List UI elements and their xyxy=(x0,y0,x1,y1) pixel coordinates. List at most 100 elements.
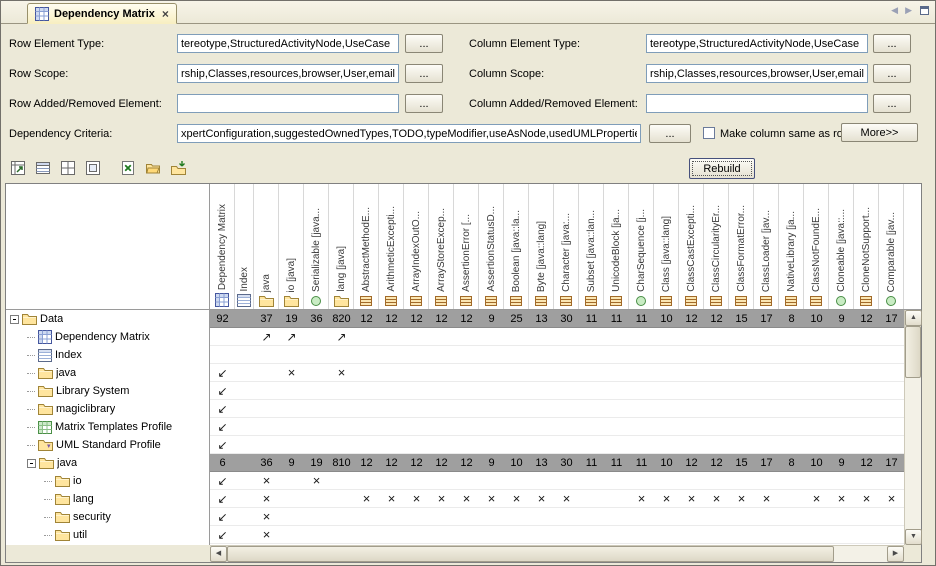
scroll-right-icon[interactable]: ▶ xyxy=(887,546,904,562)
matrix-cell[interactable] xyxy=(704,526,729,544)
matrix-cell[interactable]: 30 xyxy=(554,454,579,472)
matrix-cell[interactable] xyxy=(654,382,679,400)
matrix-cell[interactable]: × xyxy=(879,490,904,508)
matrix-cell[interactable] xyxy=(829,382,854,400)
matrix-cell[interactable]: × xyxy=(654,490,679,508)
import-icon[interactable] xyxy=(169,159,187,177)
matrix-cell[interactable] xyxy=(854,382,879,400)
matrix-cell[interactable] xyxy=(454,346,479,364)
matrix-cell[interactable] xyxy=(429,346,454,364)
matrix-cell[interactable] xyxy=(579,364,604,382)
column-header[interactable]: ClassFormatError... xyxy=(729,184,754,309)
dependency-criteria-browse-button[interactable]: ... xyxy=(649,124,691,143)
matrix-cell[interactable] xyxy=(554,418,579,436)
matrix-cell[interactable] xyxy=(679,400,704,418)
matrix-cell[interactable] xyxy=(235,454,254,472)
column-header[interactable]: io [java] xyxy=(279,184,304,309)
matrix-cell[interactable] xyxy=(479,436,504,454)
matrix-cell[interactable]: 11 xyxy=(604,454,629,472)
matrix-cell[interactable]: ↙ xyxy=(210,472,235,490)
matrix-cell[interactable] xyxy=(679,346,704,364)
matrix-cell[interactable] xyxy=(529,472,554,490)
matrix-cell[interactable]: 37 xyxy=(254,310,279,328)
tree-item[interactable]: java xyxy=(6,454,209,472)
matrix-cell[interactable] xyxy=(554,526,579,544)
column-header[interactable]: ArithmeticExcepti... xyxy=(379,184,404,309)
matrix-cell[interactable] xyxy=(829,328,854,346)
matrix-cell[interactable] xyxy=(354,346,379,364)
matrix-cell[interactable] xyxy=(479,400,504,418)
matrix-cell[interactable] xyxy=(304,346,329,364)
matrix-cell[interactable] xyxy=(829,418,854,436)
matrix-cell[interactable] xyxy=(429,508,454,526)
matrix-cell[interactable] xyxy=(604,526,629,544)
matrix-cell[interactable] xyxy=(629,382,654,400)
matrix-cell[interactable]: 25 xyxy=(504,310,529,328)
matrix-cell[interactable]: 17 xyxy=(879,454,904,472)
matrix-cell[interactable] xyxy=(704,328,729,346)
matrix-cell[interactable]: 12 xyxy=(704,310,729,328)
matrix-cell[interactable] xyxy=(779,382,804,400)
matrix-cell[interactable] xyxy=(779,328,804,346)
tree-item[interactable]: util xyxy=(6,526,209,544)
matrix-cell[interactable] xyxy=(629,346,654,364)
matrix-cell[interactable] xyxy=(804,328,829,346)
matrix-cell[interactable] xyxy=(235,472,254,490)
matrix-cell[interactable]: 19 xyxy=(279,310,304,328)
matrix-cell[interactable] xyxy=(554,472,579,490)
column-header[interactable]: AbstractMethodE... xyxy=(354,184,379,309)
matrix-cell[interactable] xyxy=(629,526,654,544)
matrix-cell[interactable] xyxy=(235,490,254,508)
matrix-cell[interactable] xyxy=(379,472,404,490)
matrix-cell[interactable] xyxy=(704,364,729,382)
column-header[interactable]: Serializable [java... xyxy=(304,184,329,309)
matrix-cell[interactable] xyxy=(304,418,329,436)
matrix-cell[interactable] xyxy=(629,436,654,454)
matrix-cell[interactable]: 12 xyxy=(454,454,479,472)
matrix-cell[interactable] xyxy=(704,508,729,526)
matrix-cell[interactable] xyxy=(235,328,254,346)
matrix-cell[interactable] xyxy=(779,490,804,508)
matrix-cell[interactable] xyxy=(429,418,454,436)
matrix-cell[interactable]: ↙ xyxy=(210,400,235,418)
matrix-cell[interactable] xyxy=(504,382,529,400)
horizontal-scroll-thumb[interactable] xyxy=(227,546,834,562)
matrix-cell[interactable] xyxy=(704,472,729,490)
matrix-cell[interactable] xyxy=(279,508,304,526)
matrix-cell[interactable] xyxy=(579,418,604,436)
column-header[interactable]: ClassCastExcepti... xyxy=(679,184,704,309)
matrix-cell[interactable] xyxy=(279,346,304,364)
matrix-cell[interactable] xyxy=(529,346,554,364)
matrix-cell[interactable] xyxy=(504,436,529,454)
matrix-cell[interactable] xyxy=(729,418,754,436)
matrix-cell[interactable] xyxy=(379,400,404,418)
matrix-cell[interactable] xyxy=(854,346,879,364)
matrix-cell[interactable]: 13 xyxy=(529,310,554,328)
matrix-cell[interactable]: 9 xyxy=(279,454,304,472)
matrix-cell[interactable] xyxy=(304,364,329,382)
column-header[interactable]: Cloneable [java::... xyxy=(829,184,854,309)
collapse-expander-icon[interactable] xyxy=(10,315,19,324)
matrix-cell[interactable]: 15 xyxy=(729,310,754,328)
matrix-cell[interactable]: 9 xyxy=(479,454,504,472)
matrix-cell[interactable] xyxy=(879,346,904,364)
matrix-cell[interactable] xyxy=(554,382,579,400)
matrix-cell[interactable]: ↙ xyxy=(210,490,235,508)
matrix-cell[interactable] xyxy=(479,346,504,364)
matrix-cell[interactable] xyxy=(779,436,804,454)
matrix-cell[interactable] xyxy=(729,328,754,346)
matrix-cell[interactable]: 12 xyxy=(354,310,379,328)
matrix-cell[interactable] xyxy=(679,382,704,400)
matrix-cell[interactable] xyxy=(654,418,679,436)
matrix-cell[interactable]: ↙ xyxy=(210,508,235,526)
export-excel-icon[interactable] xyxy=(119,159,137,177)
matrix-cell[interactable]: 12 xyxy=(379,454,404,472)
matrix-cell[interactable] xyxy=(329,346,354,364)
matrix-cell[interactable] xyxy=(754,436,779,454)
matrix-cell[interactable] xyxy=(554,364,579,382)
scroll-left-icon[interactable]: ◀ xyxy=(210,546,227,562)
matrix-cell[interactable]: × xyxy=(254,472,279,490)
matrix-cell[interactable] xyxy=(479,328,504,346)
matrix-cell[interactable] xyxy=(429,526,454,544)
matrix-cell[interactable] xyxy=(579,472,604,490)
